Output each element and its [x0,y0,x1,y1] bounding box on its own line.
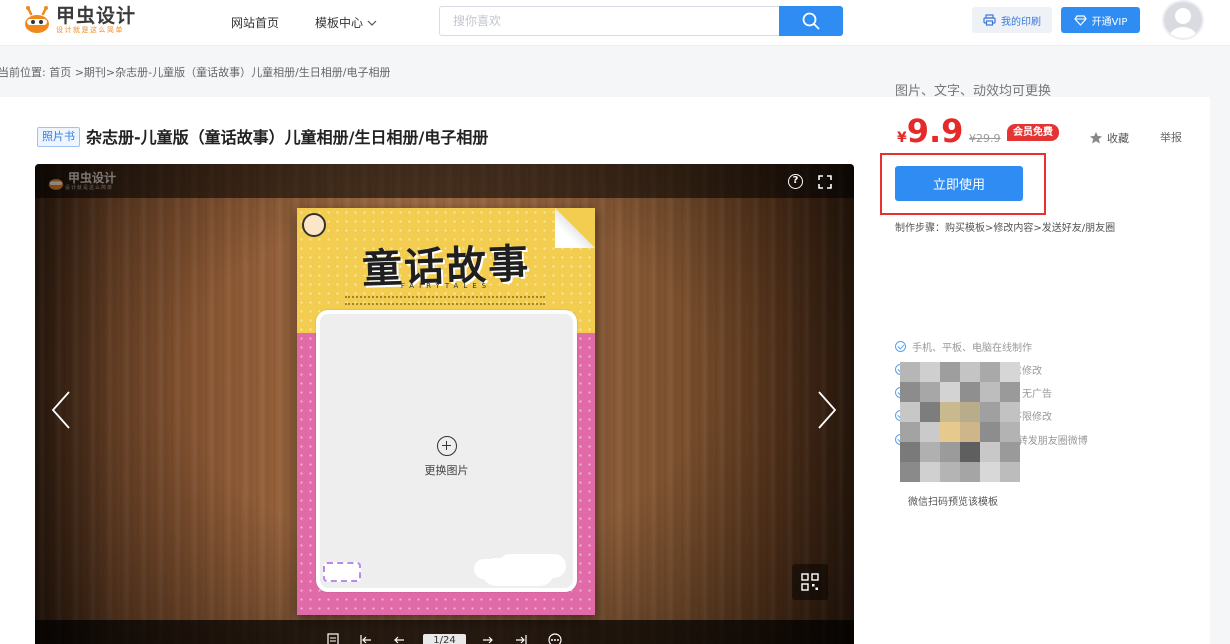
feature-text: 手机、平板、电脑在线制作 [912,343,1032,354]
template-preview-viewer: 甲虫设计 设计就是这么简单 ? 童话故事 FAIRYTALES 更换图片 1/2… [35,164,854,644]
price-symbol: ¥ [897,130,907,146]
page-title: 杂志册-儿童版（童话故事）儿童相册/生日相册/电子相册 [86,128,489,147]
previous-page-arrow-icon[interactable] [49,390,73,430]
site-logo[interactable]: 甲虫设计 设计就是这么简单 [22,5,136,35]
diamond-icon [1073,14,1087,26]
table-of-contents-icon[interactable] [326,633,340,644]
search-input[interactable] [439,6,780,36]
nav-templates[interactable]: 模板中心 [315,14,377,31]
cloud-decoration [482,558,554,586]
sticker-decoration [323,562,361,582]
open-vip-button[interactable]: 开通VIP [1061,7,1140,33]
first-page-icon[interactable] [359,633,373,644]
qr-code-button[interactable] [792,564,828,600]
chevron-down-icon [367,20,377,26]
viewer-toolbar: 甲虫设计 设计就是这么简单 ? [35,164,854,198]
replace-image-area[interactable]: 更换图片 [316,310,577,592]
search-icon [802,12,820,30]
beetle-logo-icon [48,178,64,190]
next-page-icon[interactable] [481,633,495,644]
next-page-arrow-icon[interactable] [815,390,839,430]
viewer-logo-title: 甲虫设计 [68,171,117,185]
top-header: 甲虫设计 设计就是这么简单 网站首页 模板中心 我的印刷 开通VIP [0,0,1230,46]
member-free-badge: 会员免费 [1007,124,1059,141]
viewer-watermark-logo: 甲虫设计 设计就是这么简单 [47,172,116,191]
logo-slogan: 设计就是这么简单 [56,25,124,34]
use-now-button[interactable]: 立即使用 [895,166,1023,201]
page-indicator[interactable]: 1/24 [423,634,466,644]
search-button[interactable] [779,6,843,36]
user-avatar-icon [1169,8,1197,38]
qr-code-image [900,362,1020,482]
help-icon[interactable]: ? [788,174,803,189]
original-price: ¥29.9 [969,132,1001,145]
previous-page-icon[interactable] [392,633,406,644]
avatar[interactable] [1162,0,1204,40]
fullscreen-icon[interactable] [818,175,832,189]
more-icon[interactable] [548,633,562,644]
open-vip-label: 开通VIP [1091,16,1128,28]
plus-circle-icon [437,436,457,456]
star-icon [1090,132,1102,144]
logo-title: 甲虫设计 [56,4,137,27]
replace-image-label: 更换图片 [424,464,469,477]
nav-home[interactable]: 网站首页 [231,14,279,31]
viewer-logo-slogan: 设计就是这么简单 [65,185,114,191]
report-link[interactable]: 举报 [1160,129,1182,145]
check-circle-icon [895,341,906,352]
production-steps: 制作步骤：购买模板>修改内容>发送好友/朋友圈 [895,223,1116,234]
favorite-label: 收藏 [1107,132,1129,145]
favorite-button[interactable]: 收藏 [1089,130,1129,146]
template-description: 图片、文字、动效均可更换 [895,84,1052,99]
last-page-icon[interactable] [514,633,528,644]
lightbulb-icon [302,213,326,237]
price: ¥9.9 [897,112,963,150]
category-tag[interactable]: 照片书 [37,127,80,147]
beetle-logo-icon [25,6,49,33]
feature-item: 手机、平板、电脑在线制作 [895,339,1032,354]
my-print-label: 我的印刷 [1001,16,1041,28]
qr-caption: 微信扫码预览该模板 [908,497,998,508]
my-print-button[interactable]: 我的印刷 [972,7,1052,33]
printer-icon [983,14,996,26]
wechat-preview-qr: 微信扫码预览该模板 [896,359,1022,509]
breadcrumb[interactable]: 当前位置: 首页 >期刊>杂志册-儿童版（童话故事）儿童相册/生日相册/电子相册 [0,64,391,80]
qr-code-icon [801,573,819,591]
price-value: 9.9 [906,112,964,150]
book-subtitle: FAIRYTALES [400,282,492,290]
nav-templates-label: 模板中心 [315,16,364,30]
album-book-page: 童话故事 FAIRYTALES 更换图片 [297,208,595,615]
